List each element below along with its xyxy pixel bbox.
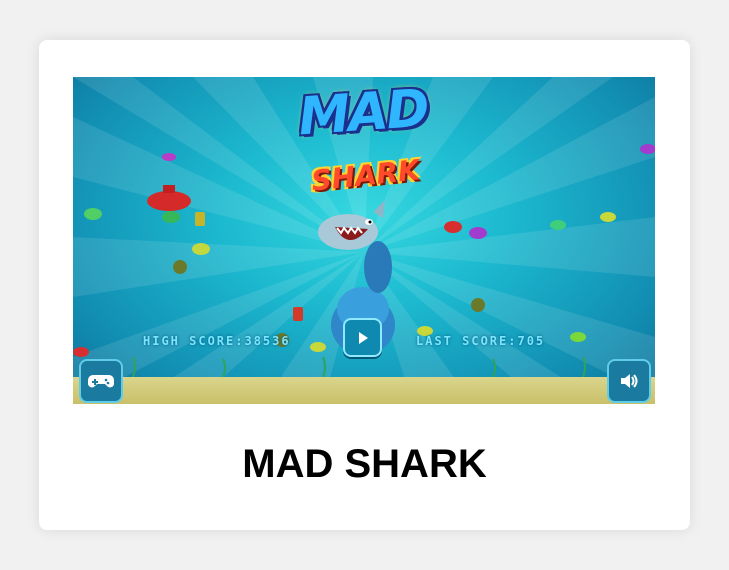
- high-score: HIGH SCORE:38536: [143, 334, 291, 348]
- play-button[interactable]: [343, 318, 382, 357]
- game-preview[interactable]: MAD SHARK HIGH SCORE:38536 LAST SCORE:70…: [73, 77, 655, 404]
- play-icon: [358, 331, 368, 344]
- gamepad-icon: [88, 375, 114, 388]
- game-card[interactable]: MAD SHARK HIGH SCORE:38536 LAST SCORE:70…: [39, 40, 690, 530]
- gamepad-button[interactable]: [79, 359, 123, 403]
- last-score: LAST SCORE:705: [416, 334, 546, 348]
- sand-floor: [73, 377, 655, 404]
- logo-mad: MAD: [296, 78, 430, 148]
- speaker-icon: [621, 374, 638, 388]
- sound-button[interactable]: [607, 359, 651, 403]
- game-title[interactable]: MAD SHARK: [39, 442, 690, 487]
